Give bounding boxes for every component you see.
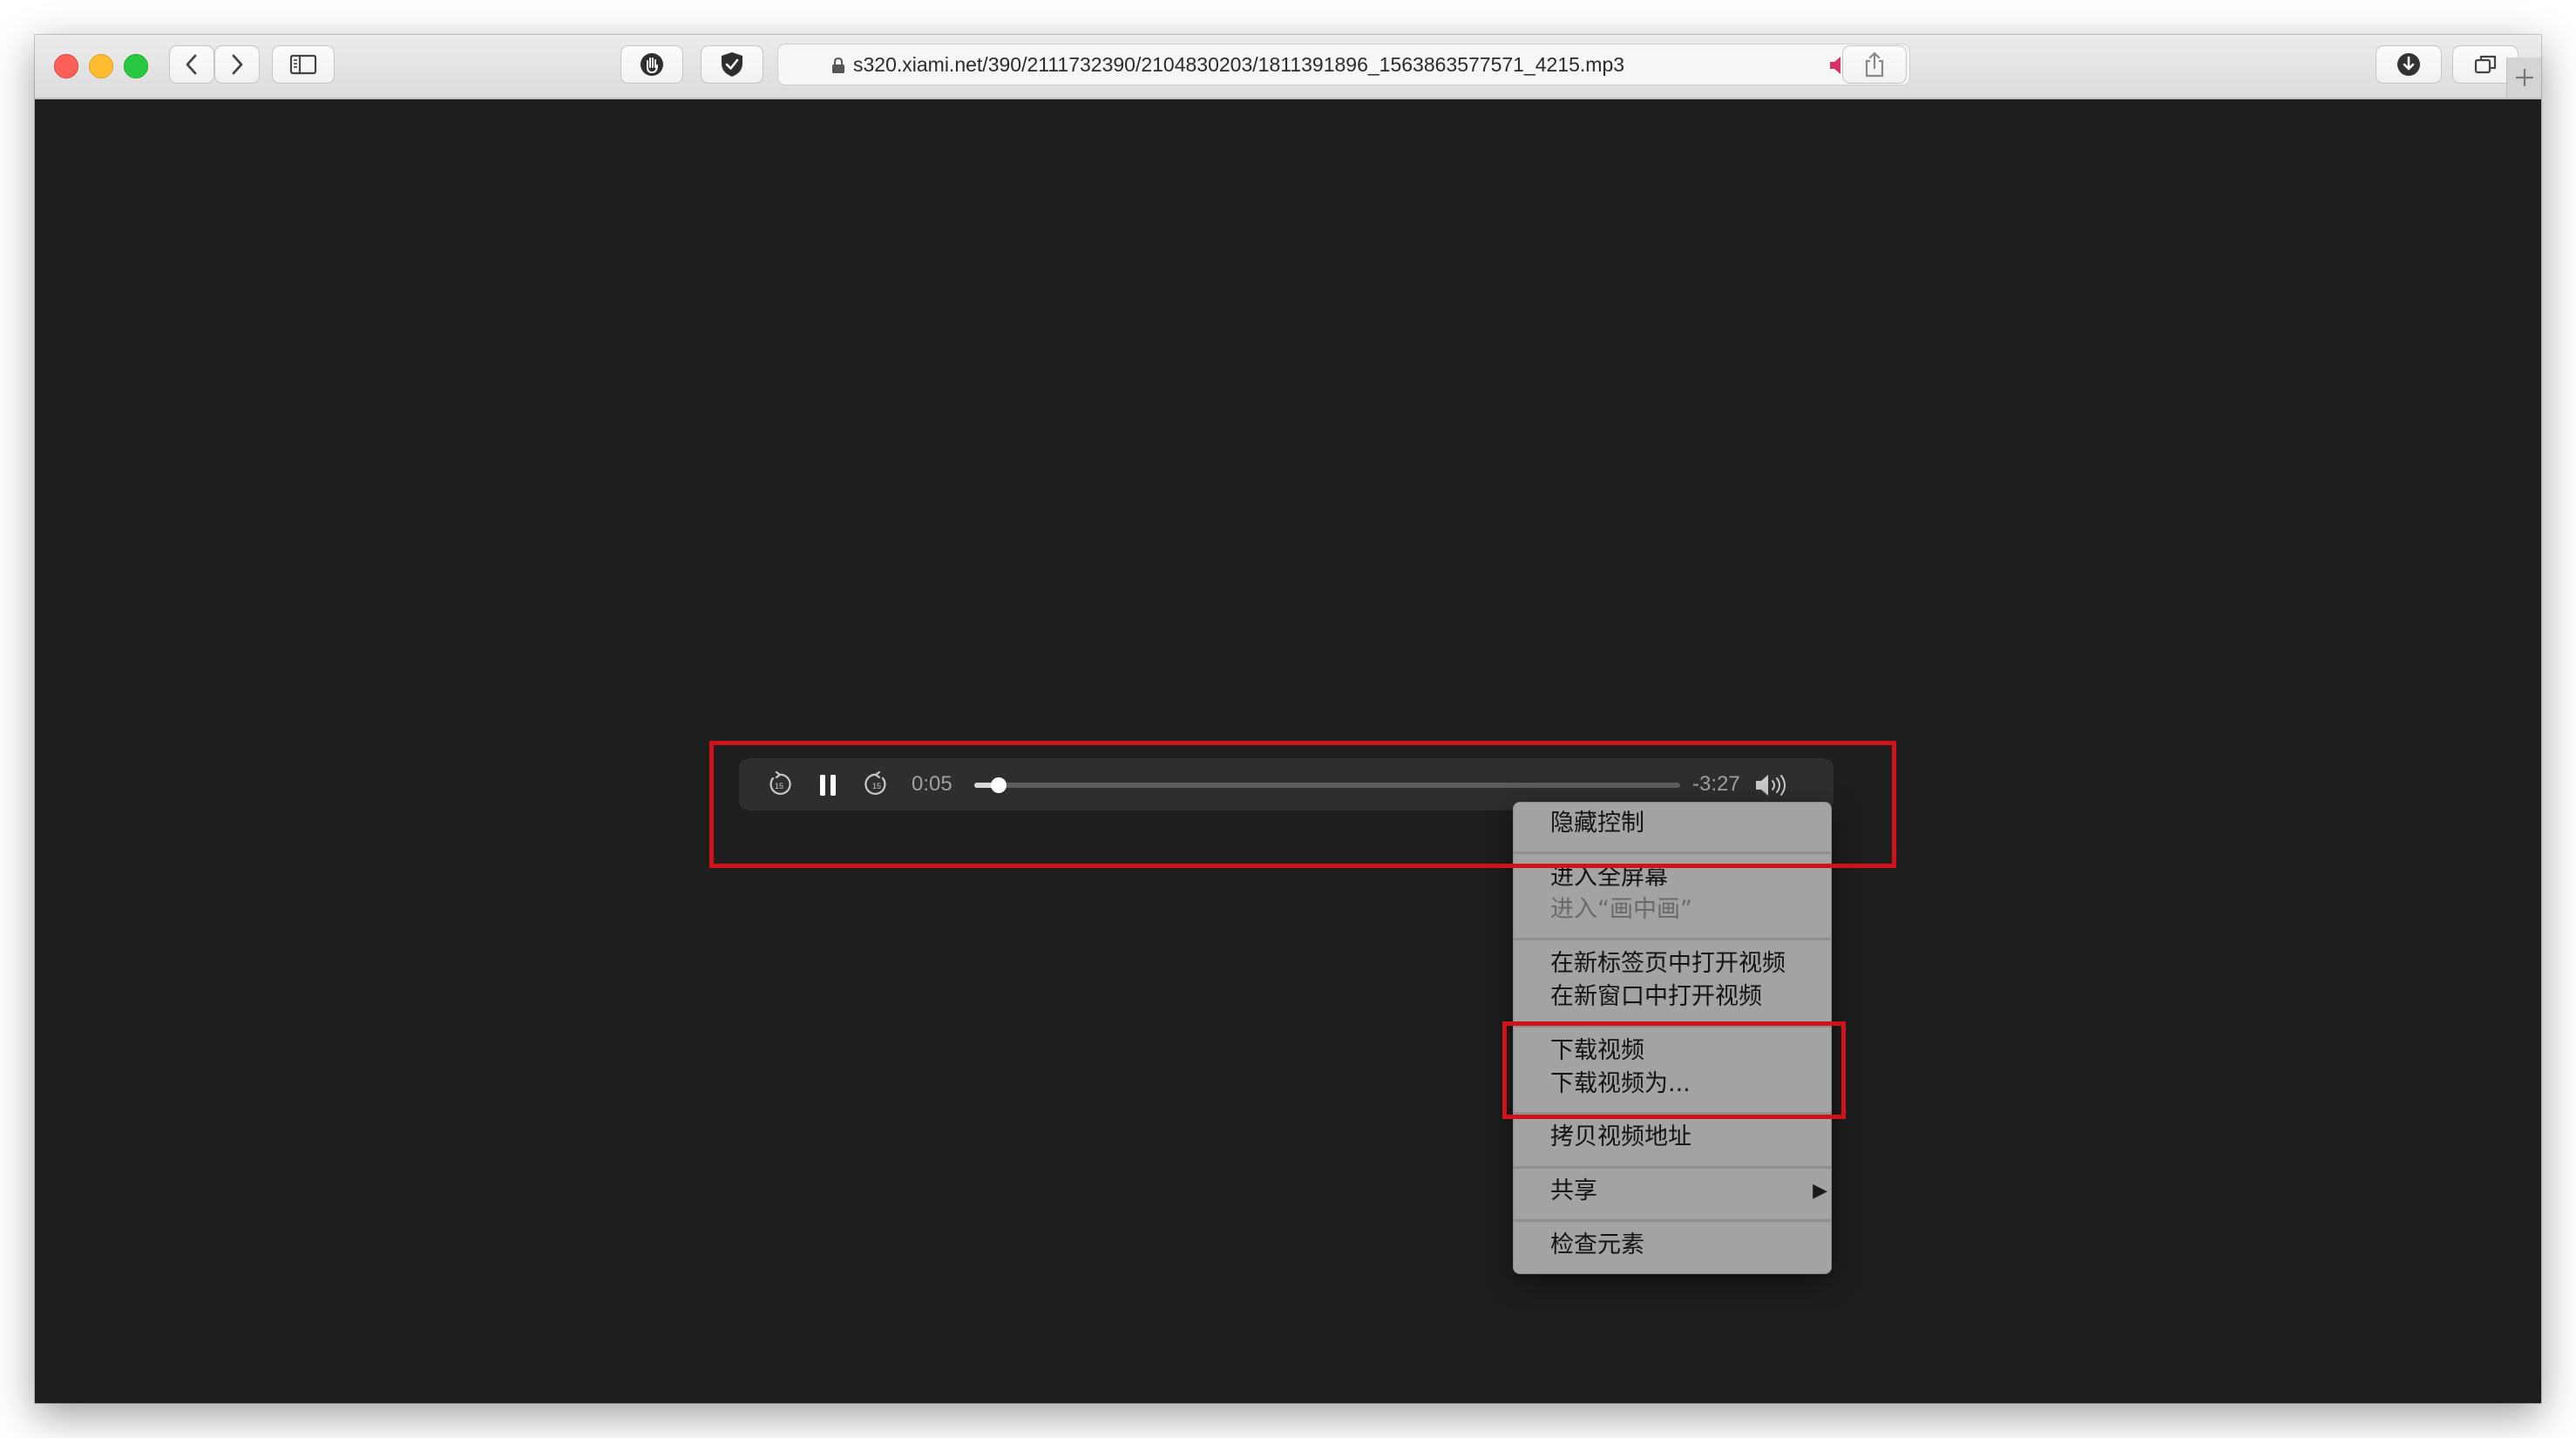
- submenu-arrow-icon: ▶: [1813, 1180, 1827, 1202]
- browser-toolbar: s320.xiami.net/390/2111732390/2104830203…: [35, 35, 2541, 99]
- lock-icon: [832, 57, 844, 73]
- close-window-button[interactable]: [54, 54, 78, 78]
- menu-item-share-label: 共享: [1550, 1177, 1597, 1204]
- menu-separator: [1514, 938, 1831, 940]
- download-icon: [2397, 53, 2420, 76]
- shield-extension-button[interactable]: [701, 45, 763, 84]
- downloads-button[interactable]: [2376, 45, 2442, 84]
- address-bar[interactable]: s320.xiami.net/390/2111732390/2104830203…: [777, 44, 1910, 85]
- sidebar-icon: [289, 54, 317, 75]
- hand-icon: [641, 53, 663, 76]
- privacy-extension-button[interactable]: [620, 45, 683, 84]
- share-icon: [1865, 51, 1884, 78]
- sidebar-button[interactable]: [272, 45, 335, 84]
- menu-item-share[interactable]: 共享 ▶: [1550, 1175, 1827, 1208]
- menu-item-open-in-new-tab[interactable]: 在新标签页中打开视频: [1550, 947, 1786, 980]
- menu-separator: [1514, 1219, 1831, 1222]
- annotation-box-player: [709, 741, 1896, 868]
- menu-separator: [1514, 1166, 1831, 1169]
- new-tab-button[interactable]: [2506, 58, 2541, 98]
- chevron-left-icon: [186, 54, 197, 75]
- media-page: 15 15 0:05 -3:27 隐藏控制 进入全屏幕 进入“画中画” 在新标签…: [35, 99, 2541, 1403]
- menu-item-open-in-new-window[interactable]: 在新窗口中打开视频: [1550, 980, 1762, 1014]
- chevron-right-icon: [232, 54, 243, 75]
- minimize-window-button[interactable]: [89, 54, 113, 78]
- shield-check-icon: [722, 52, 742, 77]
- url-text: s320.xiami.net/390/2111732390/2104830203…: [853, 53, 1625, 76]
- back-button[interactable]: [169, 45, 214, 84]
- menu-item-copy-video-address[interactable]: 拷贝视频地址: [1550, 1121, 1691, 1154]
- plus-icon: [2515, 68, 2534, 87]
- annotation-box-download: [1502, 1021, 1846, 1119]
- zoom-window-button[interactable]: [124, 54, 148, 78]
- browser-window: s320.xiami.net/390/2111732390/2104830203…: [35, 35, 2541, 1403]
- forward-button[interactable]: [214, 45, 260, 84]
- share-button[interactable]: [1842, 45, 1907, 84]
- menu-item-picture-in-picture: 进入“画中画”: [1550, 896, 1692, 923]
- tab-overview-icon: [2474, 55, 2497, 74]
- menu-item-inspect-element[interactable]: 检查元素: [1550, 1229, 1644, 1262]
